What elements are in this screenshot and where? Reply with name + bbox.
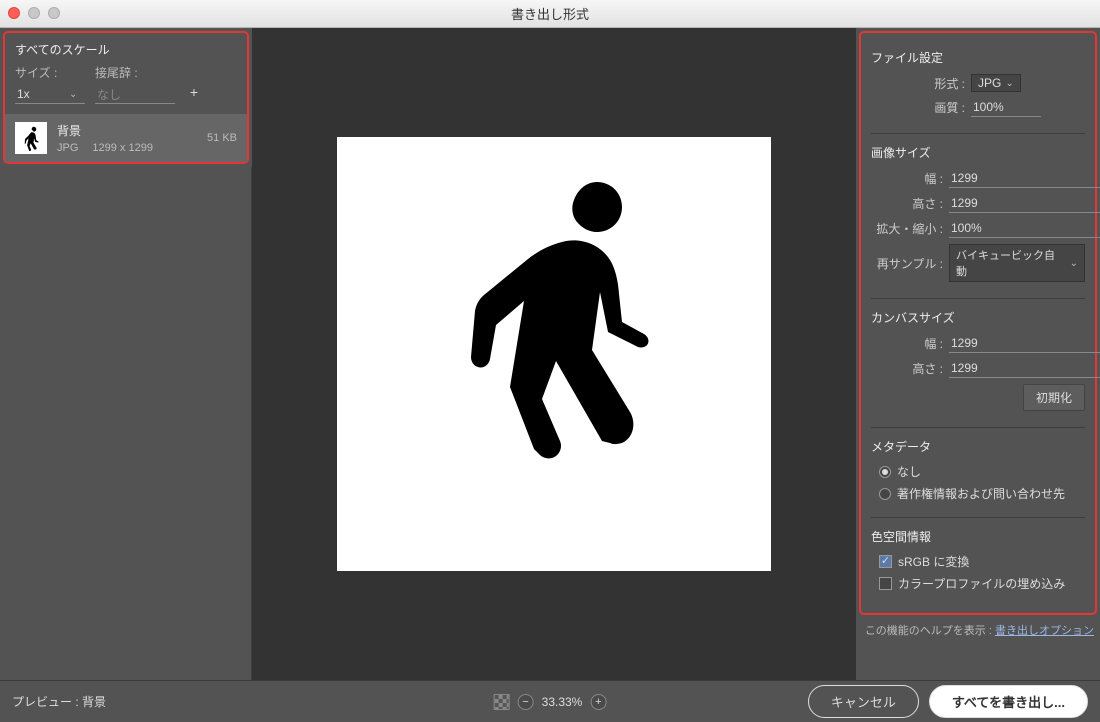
height-label: 高さ : xyxy=(871,195,943,212)
preview-area xyxy=(252,28,856,680)
zoom-controls: − 33.33% + xyxy=(494,694,607,710)
srgb-checkbox[interactable]: ✓ sRGB に変換 xyxy=(879,553,1085,570)
canvas-size-title: カンバスサイズ xyxy=(871,309,1085,326)
asset-row[interactable]: 背景 JPG 1299 x 1299 51 KB xyxy=(5,114,247,162)
zoom-out-button[interactable]: − xyxy=(518,694,534,710)
metadata-copyright-label: 著作権情報および問い合わせ先 xyxy=(897,485,1065,502)
checkbox-icon xyxy=(879,577,892,590)
width-label: 幅 : xyxy=(871,170,943,187)
preview-label: プレビュー : 背景 xyxy=(12,693,106,710)
close-icon[interactable] xyxy=(8,7,20,19)
embed-profile-label: カラープロファイルの埋め込み xyxy=(898,575,1065,592)
asset-thumbnail xyxy=(15,122,47,154)
right-panel: ファイル設定 形式 : JPG ⌄ 画質 : ⌄ xyxy=(856,28,1100,680)
zoom-in-button[interactable]: + xyxy=(590,694,606,710)
footer: プレビュー : 背景 − 33.33% + キャンセル すべてを書き出し... xyxy=(0,680,1100,722)
left-panel: すべてのスケール サイズ : ⌄ 接尾辞 : + xyxy=(0,28,252,680)
window-title: 書き出し形式 xyxy=(511,4,589,23)
size-label: サイズ : xyxy=(15,64,85,81)
help-link[interactable]: 書き出しオプション xyxy=(995,625,1094,637)
metadata-none-label: なし xyxy=(897,463,921,480)
window-controls xyxy=(8,7,60,19)
canvas-width-input[interactable] xyxy=(949,334,1100,353)
canvas-height-input[interactable] xyxy=(949,359,1100,378)
running-figure-icon xyxy=(404,164,704,544)
asset-filesize: 51 KB xyxy=(207,132,237,144)
format-select[interactable]: JPG xyxy=(978,76,1001,90)
canvas-width-label: 幅 : xyxy=(871,335,943,352)
image-size-title: 画像サイズ xyxy=(871,144,1085,161)
add-scale-button[interactable]: + xyxy=(185,84,203,102)
scale-label: 拡大・縮小 : xyxy=(871,220,943,237)
export-all-button[interactable]: すべてを書き出し... xyxy=(929,685,1088,718)
colorspace-title: 色空間情報 xyxy=(871,528,1085,545)
checkbox-icon: ✓ xyxy=(879,555,892,568)
size-select[interactable] xyxy=(15,85,65,103)
quality-input[interactable] xyxy=(971,98,1100,116)
zoom-value: 33.33% xyxy=(542,695,583,709)
resample-select[interactable]: バイキュービック自動 xyxy=(956,247,1066,279)
radio-icon xyxy=(879,466,891,478)
srgb-label: sRGB に変換 xyxy=(898,553,969,570)
chevron-down-icon[interactable]: ⌄ xyxy=(65,89,81,100)
chevron-down-icon[interactable]: ⌄ xyxy=(1001,78,1017,89)
cancel-button[interactable]: キャンセル xyxy=(808,685,919,718)
maximize-icon xyxy=(48,7,60,19)
quality-label: 画質 : xyxy=(871,99,965,116)
preview-canvas[interactable] xyxy=(337,137,771,571)
chevron-down-icon[interactable]: ⌄ xyxy=(1066,258,1082,269)
reset-button[interactable]: 初期化 xyxy=(1023,384,1085,411)
metadata-copyright-radio[interactable]: 著作権情報および問い合わせ先 xyxy=(879,485,1085,502)
help-text: この機能のヘルプを表示 : 書き出しオプション xyxy=(856,618,1100,638)
embed-profile-checkbox[interactable]: カラープロファイルの埋め込み xyxy=(879,575,1085,592)
format-label: 形式 : xyxy=(871,75,965,92)
width-input[interactable] xyxy=(949,169,1100,188)
resample-label: 再サンプル : xyxy=(871,255,943,272)
metadata-none-radio[interactable]: なし xyxy=(879,463,1085,480)
asset-name: 背景 xyxy=(57,122,153,139)
asset-format: JPG xyxy=(57,142,78,154)
file-settings-title: ファイル設定 xyxy=(871,49,1085,66)
titlebar: 書き出し形式 xyxy=(0,0,1100,28)
scale-input[interactable] xyxy=(949,219,1100,238)
suffix-label: 接尾辞 : xyxy=(95,64,175,81)
left-highlight: すべてのスケール サイズ : ⌄ 接尾辞 : + xyxy=(3,31,249,164)
height-input[interactable] xyxy=(949,194,1100,213)
swatch-button[interactable] xyxy=(494,694,510,710)
left-panel-title: すべてのスケール xyxy=(15,41,237,58)
asset-dimensions: 1299 x 1299 xyxy=(92,142,153,154)
canvas-height-label: 高さ : xyxy=(871,360,943,377)
suffix-input[interactable] xyxy=(95,85,175,104)
minimize-icon xyxy=(28,7,40,19)
metadata-title: メタデータ xyxy=(871,438,1085,455)
radio-icon xyxy=(879,488,891,500)
